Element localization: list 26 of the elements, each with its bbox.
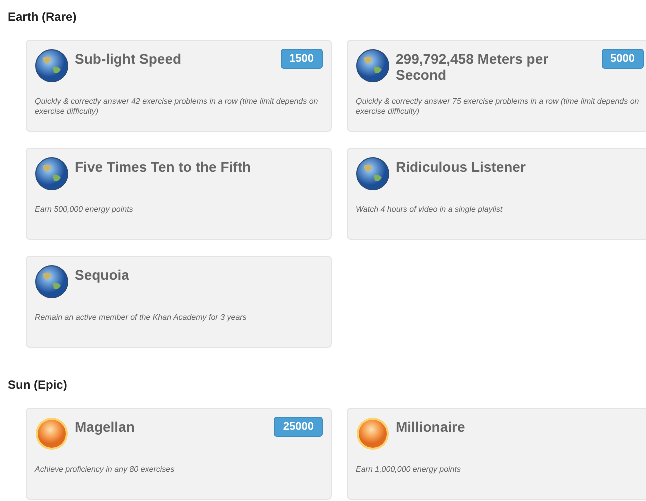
globe-icon [35,49,69,83]
badge-title: Sub-light Speed [75,50,183,67]
badge-title: Millionaire [396,418,466,435]
globe-icon [35,265,69,299]
sun-icon [356,417,390,451]
badge-description: Quickly & correctly answer 42 exercise problems in a row (time limit depends on exercise difficulty) [35,97,320,117]
globe-icon [35,157,69,191]
points-label: 5000 [602,49,644,69]
points-label: 25000 [274,417,323,437]
section-heading: Sun (Epic) [8,378,68,392]
points-label: 1500 [280,49,323,69]
badge-title: Sequoia [75,266,130,283]
section-heading: Earth (Rare) [8,10,78,24]
badge-description: Watch 4 hours of video in a single playlist [356,205,504,215]
globe-icon [356,49,390,83]
sun-icon [35,417,69,451]
badge-title: Five Times Ten to the Fifth [75,158,252,175]
badge-description: Remain an active member of the Khan Academy for 3 years [35,313,248,323]
badge-title: 299,792,458 Meters per Second [396,50,550,83]
globe-icon [356,157,390,191]
badge-description: Earn 1,000,000 energy points [356,465,462,475]
badge-description: Quickly & correctly answer 75 exercise problems in a row (time limit depends on exercise difficulty) [356,97,640,117]
badge-title: Ridiculous Listener [396,158,527,175]
badge-description: Achieve proficiency in any 80 exercises [35,465,176,475]
badge-title: Magellan [75,418,136,435]
badge-description: Earn 500,000 energy points [35,205,134,215]
